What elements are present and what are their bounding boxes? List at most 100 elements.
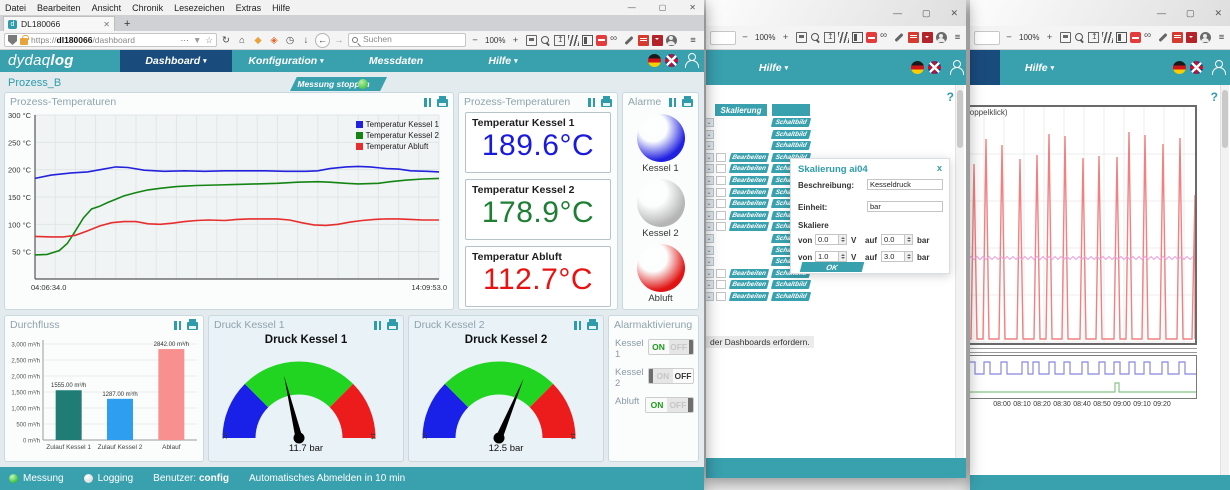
schaltbild-button[interactable]: Schaltbild [770, 118, 812, 127]
minimize-button[interactable]: — [628, 3, 636, 12]
pocket-icon[interactable]: ▼ [193, 35, 201, 46]
row-dropdown-icon[interactable]: ⌄ [706, 222, 714, 232]
row-dropdown-icon[interactable]: ⌄ [706, 152, 714, 162]
bearbeiten-button[interactable]: Bearbeiten [728, 280, 770, 290]
zoom-in-button[interactable]: + [1042, 32, 1056, 43]
bookmark-star-icon[interactable]: ☆ [205, 35, 213, 46]
page-actions-icon[interactable]: ⋯ [180, 35, 189, 46]
extension-icon-2[interactable]: ◈ [267, 35, 281, 46]
pause-icon[interactable] [669, 97, 676, 107]
magnifier-icon[interactable] [540, 35, 551, 46]
menu-item-extras[interactable]: Extras [236, 3, 262, 13]
user-account-icon[interactable] [684, 53, 699, 68]
printer-icon[interactable] [525, 34, 537, 46]
row-dropdown-icon[interactable]: ⌄ [706, 164, 714, 174]
pause-icon[interactable] [574, 320, 581, 330]
pause-icon[interactable] [588, 97, 595, 107]
bearbeiten-button[interactable]: Bearbeiten [728, 199, 770, 209]
alarm-toggle-abluft[interactable]: ON OFF [645, 396, 694, 413]
row-checkbox[interactable] [716, 268, 726, 278]
zoom-level[interactable]: 100% [1018, 33, 1040, 42]
pause-icon[interactable] [174, 320, 181, 330]
ok-button[interactable]: OK [799, 262, 865, 272]
flag-gb-icon[interactable] [1190, 61, 1203, 74]
infinity-icon[interactable] [610, 33, 621, 46]
bearbeiten-button[interactable]: Bearbeiten [728, 187, 770, 197]
menu-item-datei[interactable]: Datei [5, 3, 26, 13]
account-icon[interactable] [665, 34, 677, 46]
nav-hilfe[interactable]: Hilfe ▾ [746, 50, 801, 85]
toggle-handle[interactable] [688, 397, 693, 412]
row-dropdown-icon[interactable]: ⌄ [706, 118, 714, 127]
flag-de-icon[interactable] [1173, 61, 1186, 74]
url-bar[interactable] [710, 30, 736, 45]
upload-icon[interactable] [823, 32, 835, 43]
upload-icon[interactable] [1087, 32, 1099, 43]
maximize-button[interactable]: ▢ [922, 8, 931, 19]
row-dropdown-icon[interactable]: ⌄ [706, 199, 714, 209]
row-dropdown-icon[interactable]: ⌄ [706, 187, 714, 197]
minimize-button[interactable]: — [893, 8, 902, 18]
sidebar-icon[interactable] [581, 34, 593, 46]
menu-item-chronik[interactable]: Chronik [132, 3, 163, 13]
row-dropdown-icon[interactable]: ⌄ [706, 280, 714, 290]
print-icon[interactable] [682, 96, 693, 107]
stop-red-icon[interactable] [865, 32, 877, 43]
stop-red-icon[interactable] [595, 34, 607, 46]
row-dropdown-icon[interactable]: ⌄ [706, 176, 714, 185]
account-icon[interactable] [935, 32, 947, 43]
extension-icon-1[interactable]: ◆ [251, 35, 265, 46]
alarm-toggle-kessel-1[interactable]: ON OFF [647, 339, 694, 355]
row-checkbox[interactable] [716, 222, 726, 232]
close-button[interactable]: ✕ [689, 3, 696, 12]
row-checkbox[interactable] [716, 187, 726, 197]
print-icon[interactable] [437, 96, 448, 107]
row-checkbox[interactable] [716, 164, 726, 174]
menu-item-bearbeiten[interactable]: Bearbeiten [37, 3, 81, 13]
alarm-toggle-kessel-2[interactable]: ON OFF [647, 367, 694, 384]
toggle-handle[interactable] [688, 340, 693, 354]
zoom-level[interactable]: 100% [484, 36, 506, 45]
flag-de-icon[interactable] [911, 61, 924, 74]
row-dropdown-icon[interactable]: ⌄ [706, 129, 714, 139]
stop-red-icon[interactable] [1129, 32, 1141, 43]
zoom-level[interactable]: 100% [754, 33, 776, 42]
print-icon[interactable] [387, 319, 398, 330]
von-2-field[interactable] [815, 251, 839, 262]
auf-2-field[interactable] [881, 251, 905, 262]
flag-gb-icon[interactable] [928, 61, 941, 74]
sidebar-icon[interactable] [1115, 32, 1127, 43]
downloader-icon[interactable] [1185, 32, 1197, 43]
forward-button[interactable]: → [332, 35, 346, 46]
row-checkbox[interactable] [716, 292, 726, 301]
flag-gb-icon[interactable] [665, 54, 678, 67]
tracking-shield-icon[interactable] [8, 35, 17, 45]
chart-splitter[interactable] [970, 348, 1197, 353]
schaltbild-button[interactable]: Schaltbild [770, 129, 812, 139]
schaltbild-button[interactable]: Schaltbild [770, 292, 812, 301]
help-icon[interactable]: ? [947, 90, 954, 104]
back-button[interactable]: ← [315, 32, 330, 48]
nav-hilfe[interactable]: Hilfe ▾ [478, 50, 528, 72]
downloader-icon[interactable] [651, 34, 663, 46]
wrench-icon[interactable] [624, 35, 635, 46]
new-tab-button[interactable]: + [124, 17, 130, 31]
user-account-icon[interactable] [1211, 60, 1226, 75]
row-checkbox[interactable] [716, 280, 726, 290]
toggle-on-label[interactable]: ON [648, 340, 669, 354]
infinity-icon[interactable] [880, 30, 891, 43]
row-dropdown-icon[interactable]: ⌄ [706, 234, 714, 243]
user-account-icon[interactable] [949, 60, 964, 75]
beschreibung-field[interactable] [867, 179, 943, 190]
magnifier-icon[interactable] [810, 32, 821, 43]
print-icon[interactable] [601, 96, 612, 107]
close-button[interactable]: ✕ [950, 8, 958, 19]
toggle-off-label[interactable]: OFF [668, 340, 689, 354]
bearbeiten-button[interactable]: Bearbeiten [728, 292, 770, 301]
stop-measurement-button[interactable]: Messung stoppen [290, 77, 387, 91]
sidebar-icon[interactable] [851, 32, 863, 43]
flag-de-icon[interactable] [648, 54, 661, 67]
bearbeiten-button[interactable]: Bearbeiten [728, 222, 770, 232]
library-icon[interactable] [837, 32, 849, 43]
zoom-in-button[interactable]: + [778, 32, 792, 43]
